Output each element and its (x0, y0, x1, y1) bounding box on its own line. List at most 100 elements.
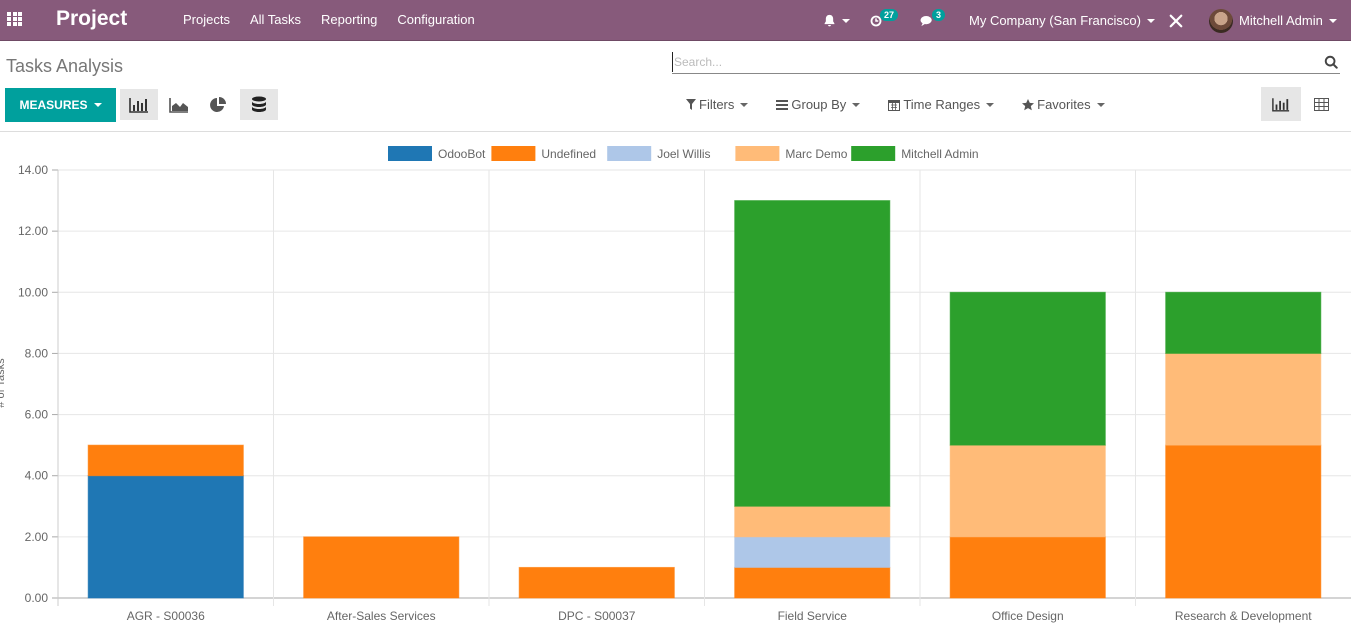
debug-tools-button[interactable] (1169, 0, 1183, 41)
chart-legend: OdooBot Undefined Joel Willis Marc Demo Mitc… (388, 146, 979, 161)
x-tick-label: AGR - S00036 (127, 609, 205, 623)
top-navbar: Project Projects All Tasks Reporting Con… (0, 0, 1351, 41)
menu-item-all-tasks[interactable]: All Tasks (250, 12, 301, 27)
company-name: My Company (San Francisco) (969, 13, 1141, 28)
bar-segment-joel-willis[interactable] (734, 536, 891, 568)
graph-view-button[interactable] (1261, 87, 1301, 121)
pivot-view-button[interactable] (1301, 87, 1341, 121)
bar-segment-marc-demo[interactable] (949, 444, 1106, 538)
table-icon (1313, 97, 1329, 111)
legend-swatch (491, 146, 536, 161)
area-chart-icon (169, 97, 188, 113)
group-by-dropdown[interactable]: Group By (776, 97, 861, 112)
page-title: Tasks Analysis (6, 56, 124, 76)
favorites-dropdown[interactable]: Favorites (1022, 97, 1105, 112)
legend-swatch (851, 146, 896, 161)
menu-item-projects[interactable]: Projects (183, 12, 230, 27)
x-tick-label: Office Design (992, 609, 1064, 623)
y-tick-label: 0.00 (25, 591, 49, 605)
x-tick-label: After-Sales Services (327, 609, 436, 623)
bar-segment-undefined[interactable] (734, 566, 891, 599)
bar-segment-mitchell-admin[interactable] (1165, 291, 1322, 354)
time-ranges-dropdown[interactable]: Time Ranges (888, 97, 995, 112)
bar-segment-marc-demo[interactable] (1165, 352, 1322, 446)
chevron-down-icon (842, 18, 850, 23)
stacked-toggle-button[interactable] (240, 89, 278, 120)
app-brand: Project (56, 7, 128, 30)
search-bar (672, 52, 1340, 74)
filter-icon (686, 99, 696, 110)
x-tick-label: Field Service (778, 609, 848, 623)
line-chart-button[interactable] (160, 89, 198, 120)
chevron-down-icon (1146, 18, 1155, 23)
chevron-down-icon (1096, 102, 1105, 107)
search-input[interactable] (672, 52, 1312, 72)
star-icon (1022, 98, 1035, 110)
tools-icon (1169, 14, 1183, 27)
search-options: Filters Group By Time Ranges Favorites (686, 97, 1133, 112)
chevron-down-icon (852, 102, 861, 107)
pie-chart-button[interactable] (199, 89, 237, 120)
x-tick-label: Research & Development (1175, 609, 1312, 623)
x-tick-label: DPC - S00037 (558, 609, 636, 623)
user-menu[interactable]: Mitchell Admin (1209, 0, 1337, 41)
messages-button[interactable]: 3 (920, 0, 946, 41)
bar-chart-icon (1272, 97, 1290, 112)
calendar-icon (888, 99, 901, 111)
legend-label: Mitchell Admin (901, 147, 978, 161)
chevron-down-icon (740, 102, 749, 107)
legend-swatch (735, 146, 780, 161)
menu-item-reporting[interactable]: Reporting (321, 12, 377, 27)
bar-segment-mitchell-admin[interactable] (949, 291, 1106, 446)
company-switcher[interactable]: My Company (San Francisco) (969, 0, 1155, 41)
legend-label: Joel Willis (657, 147, 710, 161)
bar-chart-button[interactable] (120, 89, 158, 120)
y-axis-label: # of Tasks (0, 358, 7, 408)
stacked-bar-chart: 0.00 2.00 4.00 6.00 8.00 10.00 12.00 14.00 AGR -… (0, 146, 1351, 623)
measures-label: MEASURES (19, 98, 88, 112)
bell-icon (824, 14, 835, 27)
bar-segment-marc-demo[interactable] (734, 505, 891, 538)
bar-segment-undefined[interactable] (87, 444, 244, 477)
bar-chart-icon (129, 97, 148, 113)
legend-item[interactable]: Joel Willis (607, 146, 711, 161)
user-avatar (1209, 8, 1233, 33)
y-tick-label: 4.00 (25, 469, 49, 483)
bar-segment-undefined[interactable] (303, 536, 460, 599)
y-tick-label: 14.00 (18, 163, 48, 177)
user-name: Mitchell Admin (1239, 13, 1323, 28)
notifications-dropdown[interactable] (823, 0, 850, 41)
bar-segment-mitchell-admin[interactable] (734, 200, 891, 507)
legend-item[interactable]: OdooBot (388, 146, 486, 161)
bar-segment-odoobot[interactable] (87, 475, 244, 599)
bar-segment-undefined[interactable] (949, 536, 1106, 599)
search-icon[interactable] (1324, 55, 1338, 69)
favorites-label: Favorites (1037, 97, 1091, 112)
time-ranges-label: Time Ranges (903, 97, 981, 112)
group-by-label: Group By (791, 97, 847, 112)
filters-dropdown[interactable]: Filters (686, 97, 749, 112)
y-tick-label: 2.00 (25, 530, 49, 544)
chevron-down-icon (93, 103, 102, 107)
database-icon (252, 96, 266, 112)
bar-segment-undefined[interactable] (1165, 444, 1322, 599)
legend-label: Undefined (541, 147, 596, 161)
legend-item[interactable]: Marc Demo (735, 146, 848, 161)
apps-menu-icon[interactable] (7, 12, 23, 26)
legend-swatch (388, 146, 432, 161)
legend-item[interactable]: Mitchell Admin (851, 146, 979, 161)
activity-count-badge: 27 (880, 9, 899, 21)
messages-count-badge: 3 (932, 9, 946, 21)
legend-label: Marc Demo (785, 147, 847, 161)
bar-segment-undefined[interactable] (518, 566, 675, 599)
y-tick-label: 12.00 (18, 224, 48, 238)
filters-label: Filters (699, 97, 735, 112)
legend-item[interactable]: Undefined (491, 146, 596, 161)
chart-grid (58, 169, 1351, 606)
chevron-down-icon (1328, 18, 1337, 23)
menu-item-configuration[interactable]: Configuration (397, 12, 474, 27)
legend-swatch (607, 146, 652, 161)
measures-button[interactable]: MEASURES (5, 88, 116, 122)
activity-button[interactable]: 27 (870, 0, 899, 41)
chevron-down-icon (986, 102, 995, 107)
